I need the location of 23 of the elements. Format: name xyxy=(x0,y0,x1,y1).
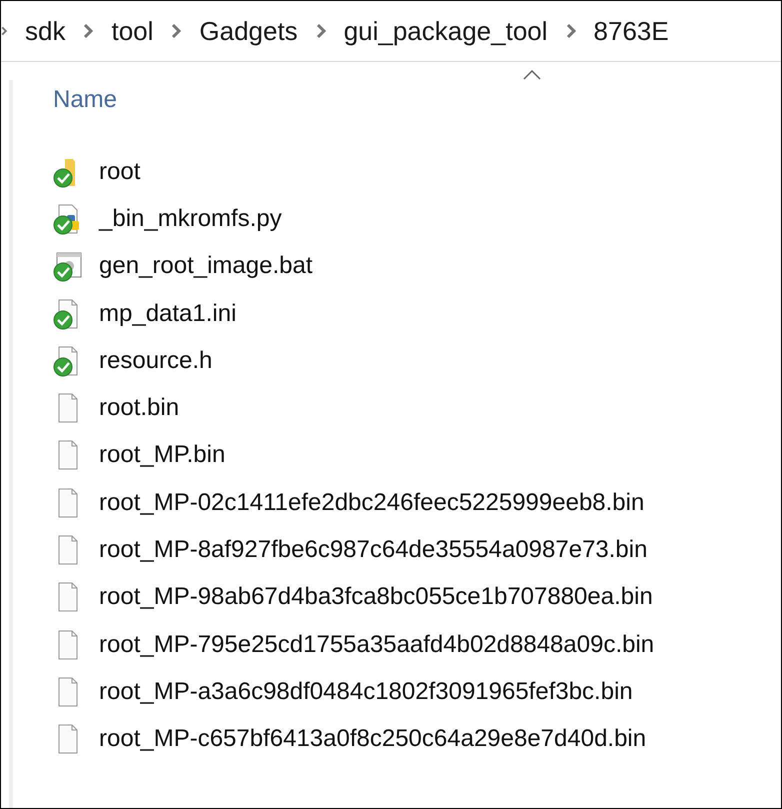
file-name[interactable]: _bin_mkromfs.py xyxy=(99,204,282,233)
file-name[interactable]: root.bin xyxy=(99,394,180,422)
file-name[interactable]: root_MP-98ab67d4ba3fca8bc055ce1b707880ea.bin xyxy=(99,583,653,612)
breadcrumb-item[interactable]: tool xyxy=(111,16,154,46)
chevron-icon xyxy=(566,23,576,39)
chevron-icon xyxy=(171,23,182,39)
column-header[interactable]: Name xyxy=(53,86,118,114)
file-name[interactable]: root_MP.bin xyxy=(99,441,226,470)
breadcrumb-item[interactable]: gui_package_tool xyxy=(344,16,548,46)
breadcrumb-item[interactable]: 8763E xyxy=(594,16,669,46)
file-name[interactable]: root xyxy=(99,158,140,186)
file-name[interactable]: mp_data1.ini xyxy=(99,300,236,328)
file-name[interactable]: root_MP-02c1411efe2dbc246feec5225999eeb8.bin xyxy=(99,488,644,517)
chevron-icon xyxy=(83,23,94,39)
file-name[interactable]: gen_root_image.bat xyxy=(99,252,312,280)
file-name[interactable]: resource.h xyxy=(99,346,212,375)
file-name[interactable]: root_MP-795e25cd1755a35aafd4b02d8848a09c.bin xyxy=(99,630,654,659)
breadcrumb-item[interactable]: Gadgets xyxy=(199,16,298,46)
file-name[interactable]: root_MP-c657bf6413a0f8c250c64a29e8e7d40d.bin xyxy=(99,725,646,754)
chevron-icon xyxy=(316,23,326,39)
file-name[interactable]: root_MP-8af927fbe6c987c64de35554a0987e73.bin xyxy=(99,536,648,564)
file-name[interactable]: root_MP-a3a6c98df0484c1802f3091965fef3bc.bin xyxy=(99,678,633,706)
breadcrumb-item[interactable]: sdk xyxy=(25,16,66,46)
